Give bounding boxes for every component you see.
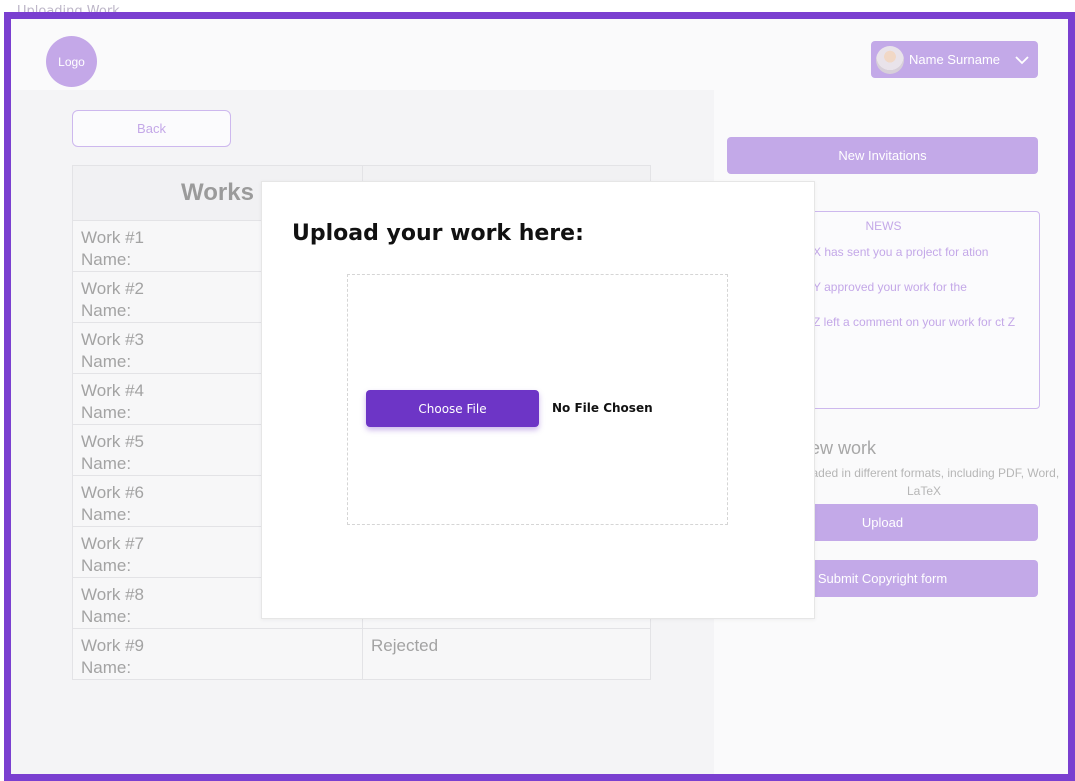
- new-work-title: ew work: [810, 438, 877, 458]
- choose-file-button[interactable]: Choose File: [366, 390, 539, 427]
- app-frame: Logo Name Surname Back Works S Work #1Na…: [4, 12, 1075, 781]
- file-drop-zone[interactable]: Choose File No File Chosen: [347, 274, 728, 525]
- file-status-text: No File Chosen: [552, 401, 653, 415]
- user-menu-button[interactable]: Name Surname: [871, 41, 1038, 78]
- modal-title: Upload your work here:: [292, 221, 584, 246]
- status-cell: Rejected: [362, 628, 651, 680]
- table-row[interactable]: Work #9 Name: Rejected: [72, 628, 651, 680]
- news-item[interactable]: X has sent you a project for ation: [813, 244, 1023, 261]
- new-work-description: uploaded in different formats, including…: [788, 466, 1060, 498]
- new-invitations-button[interactable]: New Invitations: [727, 137, 1038, 174]
- work-label: Work #9: [81, 636, 144, 655]
- avatar: [876, 45, 904, 74]
- user-name: Name Surname: [909, 52, 1001, 67]
- top-bar: Logo Name Surname: [11, 19, 1068, 90]
- logo[interactable]: Logo: [46, 36, 97, 87]
- upload-modal: Upload your work here: Choose File No Fi…: [261, 181, 815, 619]
- chevron-down-icon: [1015, 55, 1029, 64]
- back-button[interactable]: Back: [72, 110, 231, 147]
- news-item[interactable]: Y approved your work for the: [813, 279, 1023, 296]
- news-item[interactable]: Z left a comment on your work for ct Z: [813, 314, 1023, 331]
- work-cell: Work #9 Name:: [72, 628, 363, 680]
- work-name-label: Name:: [81, 658, 132, 677]
